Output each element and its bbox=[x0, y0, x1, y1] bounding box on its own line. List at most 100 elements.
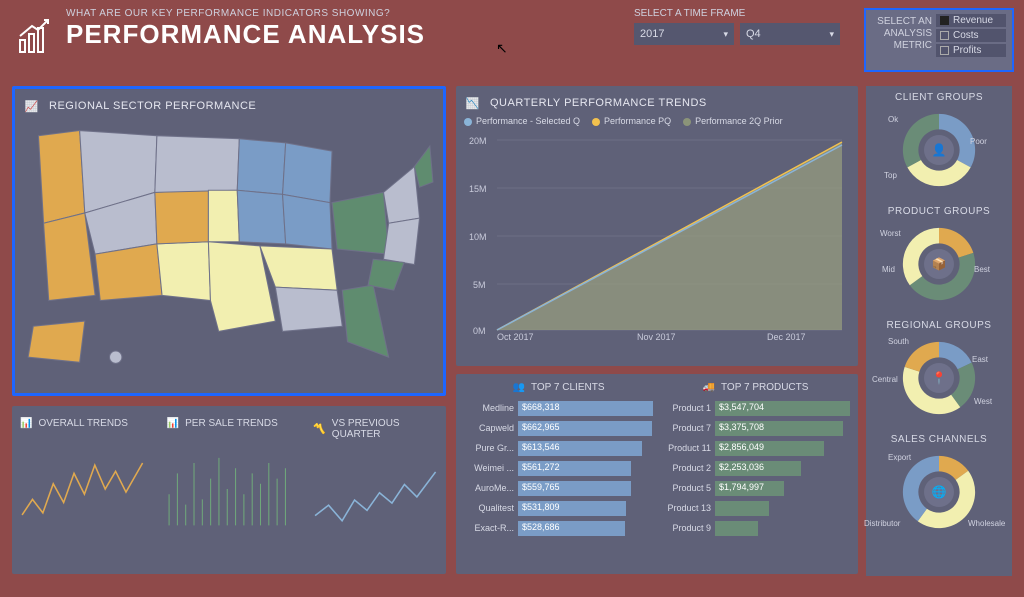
top7-products-title: TOP 7 PRODUCTS bbox=[721, 382, 808, 393]
line-chart-icon: 📉 bbox=[464, 94, 482, 112]
donut-label: Distributor bbox=[864, 519, 900, 528]
bar-label: Exact-R... bbox=[464, 523, 514, 533]
donut-label: Worst bbox=[880, 229, 901, 238]
spark-overall-chart[interactable] bbox=[20, 439, 145, 539]
year-value: 2017 bbox=[640, 28, 664, 40]
spark-persale-chart[interactable] bbox=[167, 439, 292, 539]
bar-row[interactable]: Product 11 $2,856,049 bbox=[661, 439, 850, 457]
title-block: WHAT ARE OUR KEY PERFORMANCE INDICATORS … bbox=[66, 8, 425, 50]
bar-value: $531,809 bbox=[522, 502, 560, 512]
bar-label: Medline bbox=[464, 403, 514, 413]
spark-overall-label: OVERALL TRENDS bbox=[38, 418, 127, 429]
right-panel: CLIENT GROUPS👤OkPoorTopPRODUCT GROUPS📦Wo… bbox=[866, 86, 1012, 576]
top7-card: 👥TOP 7 CLIENTS Medline$668,318Capweld$66… bbox=[456, 374, 858, 574]
bar-label: Qualitest bbox=[464, 503, 514, 513]
bar-label: Product 13 bbox=[661, 503, 711, 513]
metric-opt-profits[interactable]: Profits bbox=[936, 44, 1006, 57]
quarterly-trends-title: QUARTERLY PERFORMANCE TRENDS bbox=[490, 97, 707, 109]
bars-icon: 📊 bbox=[167, 418, 179, 429]
spark-vsprev-label: VS PREVIOUS QUARTER bbox=[332, 418, 438, 440]
bar-label: Product 9 bbox=[661, 523, 711, 533]
quarter-value: Q4 bbox=[746, 28, 761, 40]
metric-opt-revenue[interactable]: Revenue bbox=[936, 14, 1006, 27]
spark-vsprev-chart[interactable] bbox=[313, 450, 438, 550]
year-dropdown[interactable]: 2017 ▾ bbox=[634, 23, 734, 45]
time-filter-label: SELECT A TIME FRAME bbox=[634, 8, 840, 19]
us-map[interactable] bbox=[23, 119, 435, 379]
donut-chart[interactable]: 📍SouthEastWestCentral bbox=[896, 335, 982, 421]
donut-title: PRODUCT GROUPS bbox=[872, 206, 1006, 217]
chevron-down-icon: ▾ bbox=[723, 29, 728, 40]
svg-text:Oct 2017: Oct 2017 bbox=[497, 332, 534, 340]
bar-value: $561,272 bbox=[522, 462, 560, 472]
bar-label: Product 11 bbox=[661, 443, 711, 453]
donut-title: REGIONAL GROUPS bbox=[872, 320, 1006, 331]
spark-persale-label: PER SALE TRENDS bbox=[185, 418, 278, 429]
qtr-legend: Performance - Selected Q Performance PQ … bbox=[464, 116, 850, 126]
donut-center-icon: 👤 bbox=[924, 135, 954, 165]
truck-icon: 🚚 bbox=[703, 382, 715, 393]
bar-value: $559,765 bbox=[522, 482, 560, 492]
top7-products: 🚚 TOP 7 PRODUCTS Product 1$3,547,704 Produ… bbox=[661, 382, 850, 539]
bar-row[interactable]: Exact-R... $528,686 bbox=[464, 519, 653, 537]
legend-selected: Performance - Selected Q bbox=[464, 116, 580, 126]
bar-value: $2,253,036 bbox=[719, 462, 764, 472]
svg-text:Dec 2017: Dec 2017 bbox=[767, 332, 806, 340]
header: WHAT ARE OUR KEY PERFORMANCE INDICATORS … bbox=[10, 8, 1014, 78]
svg-text:0M: 0M bbox=[473, 326, 486, 336]
donut-label: Top bbox=[884, 171, 897, 180]
metric-label: SELECT ANANALYSISMETRIC bbox=[872, 16, 932, 52]
spark-overall: 📊 OVERALL TRENDS bbox=[20, 418, 145, 553]
bar-value: $668,318 bbox=[522, 402, 560, 412]
chevron-down-icon: ▾ bbox=[829, 29, 834, 40]
bar-row[interactable]: Pure Gr...$613,546 bbox=[464, 439, 653, 457]
svg-text:Nov 2017: Nov 2017 bbox=[637, 332, 676, 340]
subtitle: WHAT ARE OUR KEY PERFORMANCE INDICATORS … bbox=[66, 8, 425, 19]
svg-text:15M: 15M bbox=[469, 184, 487, 194]
quarter-dropdown[interactable]: Q4 ▾ bbox=[740, 23, 840, 45]
donut-client-groups: CLIENT GROUPS 👤OkPoorTop bbox=[872, 92, 1006, 196]
donut-label: Best bbox=[974, 265, 990, 274]
donut-label: Ok bbox=[888, 115, 898, 124]
bar-row[interactable]: Qualitest $531,809 bbox=[464, 499, 653, 517]
metric-opt-costs[interactable]: Costs bbox=[936, 29, 1006, 42]
bar-row[interactable]: Weimei ... $561,272 bbox=[464, 459, 653, 477]
donut-chart[interactable]: 🌐ExportWholesaleDistributor bbox=[896, 449, 982, 535]
bar-value: $3,547,704 bbox=[719, 402, 764, 412]
donut-chart[interactable]: 📦WorstBestMid bbox=[896, 221, 982, 307]
bar-value: $2,856,049 bbox=[719, 442, 764, 452]
bar-row[interactable]: AuroMe...$559,765 bbox=[464, 479, 653, 497]
donut-center-icon: 📦 bbox=[924, 249, 954, 279]
logo-icon bbox=[10, 8, 58, 64]
bar-row[interactable]: Product 1$3,547,704 bbox=[661, 399, 850, 417]
spark-per-sale: 📊 PER SALE TRENDS bbox=[167, 418, 292, 553]
donut-center-icon: 🌐 bbox=[924, 477, 954, 507]
bars-icon: 📊 bbox=[20, 418, 32, 429]
bar-label: Pure Gr... bbox=[464, 443, 514, 453]
bar-row[interactable]: Product 5 $1,794,997 bbox=[661, 479, 850, 497]
bar-label: Weimei ... bbox=[464, 463, 514, 473]
bar-row[interactable]: Product 2 $2,253,036 bbox=[661, 459, 850, 477]
donut-chart[interactable]: 👤OkPoorTop bbox=[896, 107, 982, 193]
bar-value: $1,794,997 bbox=[719, 482, 764, 492]
donut-title: CLIENT GROUPS bbox=[872, 92, 1006, 103]
donut-product-groups: PRODUCT GROUPS 📦WorstBestMid bbox=[872, 206, 1006, 310]
bar-row[interactable]: Product 7$3,375,708 bbox=[661, 419, 850, 437]
bar-row[interactable]: Capweld$662,965 bbox=[464, 419, 653, 437]
regional-map-card: 📈REGIONAL SECTOR PERFORMANCE bbox=[12, 86, 446, 396]
bar-row[interactable]: Product 13 bbox=[661, 499, 850, 517]
legend-2q: Performance 2Q Prior bbox=[683, 116, 783, 126]
users-icon: 👥 bbox=[513, 382, 525, 393]
page-title: PERFORMANCE ANALYSIS bbox=[66, 19, 425, 50]
svg-text:5M: 5M bbox=[473, 280, 486, 290]
bar-label: Product 7 bbox=[661, 423, 711, 433]
bar-row[interactable]: Medline $668,318 bbox=[464, 399, 653, 417]
bar-label: Product 5 bbox=[661, 483, 711, 493]
area-chart[interactable]: 20M 15M 10M 5M 0M Oct 2017 Nov 2017 Dec … bbox=[464, 130, 850, 340]
top7-clients: 👥TOP 7 CLIENTS Medline$668,318Capweld$66… bbox=[464, 382, 653, 539]
time-filter: SELECT A TIME FRAME 2017 ▾ Q4 ▾ bbox=[634, 8, 840, 45]
donut-label: East bbox=[972, 355, 988, 364]
bar-row[interactable]: Product 9 bbox=[661, 519, 850, 537]
bar-label: Product 2 bbox=[661, 463, 711, 473]
bar-value: $528,686 bbox=[522, 522, 560, 532]
